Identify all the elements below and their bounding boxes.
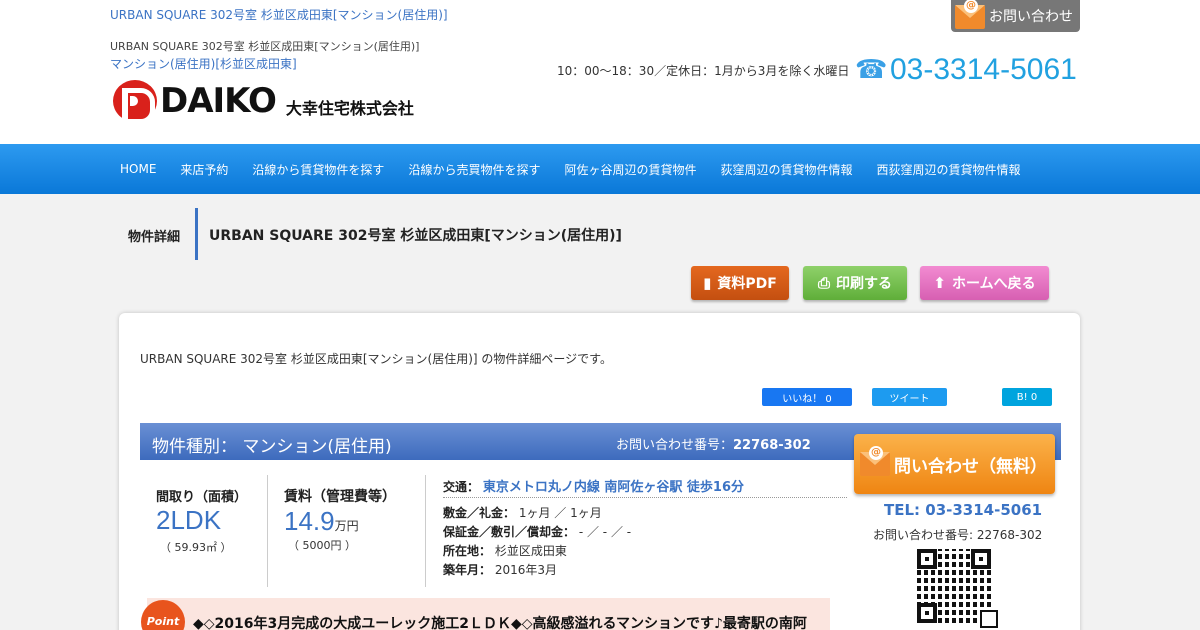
sidebar-phone[interactable]: TEL: 03-3314-5061	[884, 501, 1042, 519]
nav-item-ogikubo[interactable]: 荻窪周辺の賃貸物件情報	[708, 161, 864, 178]
breadcrumb-category-link[interactable]: マンション(居住用)[杉並区成田東]	[110, 55, 297, 72]
nav-item-asagaya[interactable]: 阿佐ヶ谷周辺の賃貸物件	[552, 161, 708, 178]
nav-item-reservation[interactable]: 来店予約	[168, 161, 240, 178]
global-nav: HOME 来店予約 沿線から賃貸物件を探す 沿線から売買物件を探す 阿佐ヶ谷周辺…	[0, 144, 1200, 194]
page-label: 物件詳細	[128, 230, 181, 245]
point-text: ◆◇2016年3月完成の大成ユーレック施工2ＬＤＫ◆◇高級感溢れるマンションです…	[193, 616, 807, 630]
rent-unit: 万円	[334, 519, 359, 533]
site-logo[interactable]: DAIKO 大幸住宅株式会社	[113, 80, 433, 124]
guarantee-label: 保証金／敷引／償却金：	[443, 525, 576, 539]
address-value: 杉並区成田東	[494, 544, 567, 558]
qr-finder	[971, 549, 991, 569]
guarantee-row: 保証金／敷引／償却金： - ／ - ／ -	[443, 523, 631, 540]
built-row: 築年月： 2016年3月	[443, 561, 557, 578]
pdf-button-label: 資料PDF	[717, 276, 777, 292]
daiko-logo-icon	[113, 80, 157, 124]
column-divider	[425, 475, 426, 587]
logo-name: DAIKO	[160, 81, 277, 121]
access-link[interactable]: 東京メトロ丸ノ内線 南阿佐ヶ谷駅 徒歩16分	[483, 480, 744, 495]
hatena-bookmark-button[interactable]: B! 0	[1002, 388, 1052, 406]
phone-number[interactable]: 03-3314-5061	[890, 53, 1077, 87]
facebook-like-button[interactable]: いいね！ 0	[762, 388, 852, 406]
deposit-label: 敷金／礼金：	[443, 506, 516, 520]
page-title: URBAN SQUARE 302号室 杉並区成田東[マンション(居住用)]	[209, 228, 622, 244]
property-type: 物件種別： マンション(居住用)	[152, 437, 392, 457]
inquiry-cta-button[interactable]: @ 問い合わせ（無料）	[854, 434, 1055, 494]
print-button-label: 印刷する	[836, 276, 892, 292]
back-home-button-label: ホームへ戻る	[951, 276, 1036, 292]
guarantee-value: - ／ - ／ -	[578, 525, 632, 539]
mail-envelope-icon: @	[955, 0, 985, 29]
nav-list: HOME 来店予約 沿線から賃貸物件を探す 沿線から売買物件を探す 阿佐ヶ谷周辺…	[108, 144, 1033, 194]
qr-finder	[917, 603, 937, 623]
home-icon	[980, 610, 998, 628]
back-home-button[interactable]: ⬆ ホームへ戻る	[920, 266, 1049, 300]
contact-button-label: お問い合わせ	[989, 9, 1073, 25]
inquiry-number-value: 22768-302	[733, 438, 811, 453]
top-page-link[interactable]: URBAN SQUARE 302号室 杉並区成田東[マンション(居住用)]	[110, 6, 448, 23]
dotted-divider	[443, 497, 847, 498]
phone-icon: ☎	[855, 55, 888, 85]
tweet-button[interactable]: ツイート	[872, 388, 947, 406]
mail-envelope-icon: @	[860, 446, 890, 476]
nav-item-sale-by-line[interactable]: 沿線から売買物件を探す	[396, 161, 552, 178]
pdf-button[interactable]: ▮ 資料PDF	[691, 266, 789, 300]
rent-value: 14.9	[284, 506, 335, 536]
access-label: 交通：	[443, 480, 480, 494]
area-value: （ 59.93㎡ ）	[160, 541, 232, 554]
column-divider	[267, 475, 268, 587]
inquiry-cta-label: 問い合わせ（無料）	[894, 456, 1047, 477]
site-header: URBAN SQUARE 302号室 杉並区成田東[マンション(居住用)] UR…	[0, 0, 1200, 144]
nav-item-home[interactable]: HOME	[108, 162, 168, 176]
arrow-up-icon: ⬆	[933, 274, 946, 292]
printer-icon: ⎙	[817, 274, 830, 292]
deposit-value: 1ヶ月 ／ 1ヶ月	[518, 506, 602, 520]
rent-label: 賃料（管理費等）	[284, 489, 396, 505]
management-fee: （ 5000円 ）	[288, 539, 356, 552]
address-row: 所在地： 杉並区成田東	[443, 542, 567, 559]
built-label: 築年月：	[443, 563, 492, 577]
nav-item-rent-by-line[interactable]: 沿線から賃貸物件を探す	[240, 161, 396, 178]
layout-value: 2LDK	[156, 505, 222, 535]
logo-company: 大幸住宅株式会社	[285, 99, 414, 118]
inquiry-number: お問い合わせ番号：22768-302	[616, 434, 811, 453]
address-label: 所在地：	[443, 544, 492, 558]
business-hours: 10：00～18：30／定休日：1月から3月を除く水曜日	[557, 64, 850, 78]
access-row: 交通： 東京メトロ丸ノ内線 南阿佐ヶ谷駅 徒歩16分	[443, 476, 744, 495]
document-icon: ▮	[703, 274, 712, 292]
deposit-row: 敷金／礼金： 1ヶ月 ／ 1ヶ月	[443, 504, 602, 521]
print-button[interactable]: ⎙ 印刷する	[803, 266, 907, 300]
intro-text: URBAN SQUARE 302号室 杉並区成田東[マンション(居住用)] の物…	[140, 352, 612, 366]
built-value: 2016年3月	[494, 563, 558, 577]
rent-block: 賃料（管理費等） 14.9万円 （ 5000円 ）	[284, 486, 396, 553]
sidebar-inquiry-number: お問い合わせ番号: 22768-302	[873, 528, 1043, 542]
contact-button[interactable]: @ お問い合わせ	[951, 0, 1080, 32]
layout-label: 間取り（面積）	[156, 490, 248, 505]
layout-block: 間取り（面積） 2LDK （ 59.93㎡ ）	[156, 486, 247, 555]
qr-finder	[917, 549, 937, 569]
title-divider	[195, 208, 198, 260]
nav-item-nishiogikubo[interactable]: 西荻窪周辺の賃貸物件情報	[864, 161, 1032, 178]
breadcrumb: URBAN SQUARE 302号室 杉並区成田東[マンション(居住用)]	[110, 40, 420, 53]
inquiry-number-label: お問い合わせ番号：	[616, 438, 734, 453]
